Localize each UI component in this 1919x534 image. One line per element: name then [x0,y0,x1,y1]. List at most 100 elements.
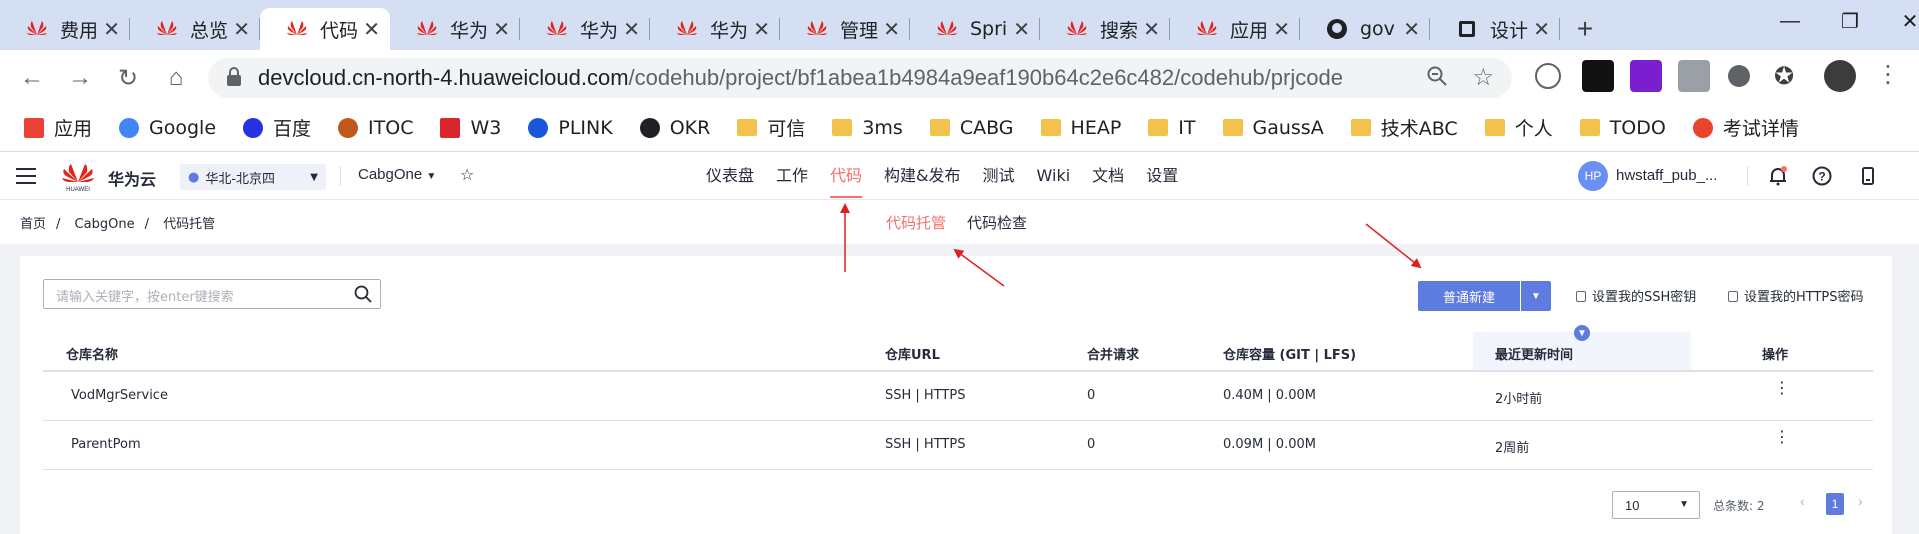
mobile-icon[interactable] [1858,166,1878,186]
https-password-link[interactable]: 设置我的HTTPS密码 [1728,286,1864,305]
repo-name[interactable]: VodMgrService [71,388,168,403]
home-icon[interactable]: ⌂ [162,64,190,92]
address-bar[interactable]: devcloud.cn-north-4.huaweicloud.com/code… [208,58,1512,98]
close-tab-icon[interactable]: ✕ [103,17,120,41]
avatar[interactable]: HP [1578,161,1608,191]
breadcrumb-project[interactable]: CabgOne [75,217,135,232]
ssh-key-link[interactable]: 设置我的SSH密钥 [1576,286,1696,305]
next-page-icon[interactable]: › [1858,493,1863,509]
browser-menu-icon[interactable]: ⋮ [1872,60,1904,92]
bookmark-item[interactable]: TODO [1579,117,1666,139]
browser-tab[interactable]: gov ✕ [1300,8,1430,50]
repo-url[interactable]: SSH | HTTPS [885,388,965,403]
browser-tab[interactable]: Spri ✕ [910,8,1040,50]
username[interactable]: hwstaff_pub_... [1616,167,1717,184]
hamburger-menu-icon[interactable] [16,168,36,184]
close-window-icon[interactable]: ✕ [1880,0,1919,42]
col-merge-requests[interactable]: 合并请求 [1087,344,1139,363]
project-selector[interactable]: CabgOne ▼ [358,166,436,183]
nav-item[interactable]: 仪表盘 [706,152,754,200]
browser-tab[interactable]: 华为 ✕ [520,8,650,50]
zoom-icon[interactable] [1426,65,1448,93]
col-last-updated[interactable]: 最近更新时间 [1495,344,1573,363]
bookmark-item[interactable]: 技术ABC [1350,114,1458,141]
nav-item[interactable]: 文档 [1092,152,1124,200]
back-icon[interactable]: ← [18,64,46,92]
bookmark-item[interactable]: PLINK [528,117,613,139]
extension-new-icon[interactable] [1582,60,1614,92]
subtab-code-check[interactable]: 代码检查 [967,212,1027,233]
region-selector[interactable]: ● 华北-北京四 ▼ [180,164,326,190]
close-tab-icon[interactable]: ✕ [623,17,640,41]
browser-tab[interactable]: 华为 ✕ [650,8,780,50]
col-capacity[interactable]: 仓库容量 (GIT | LFS) [1223,344,1356,363]
close-tab-icon[interactable]: ✕ [1403,17,1420,41]
bookmark-item[interactable]: 应用 [24,114,92,141]
browser-tab[interactable]: 华为 ✕ [390,8,520,50]
more-actions-icon[interactable]: ⋮ [1774,430,1790,446]
nav-item[interactable]: 构建&发布 [884,152,960,200]
bookmark-item[interactable]: 个人 [1484,114,1553,141]
bookmark-item[interactable]: W3 [440,117,501,139]
bell-icon[interactable] [1768,166,1788,186]
bookmark-item[interactable]: CABG [929,117,1014,139]
close-tab-icon[interactable]: ✕ [1013,17,1030,41]
reload-icon[interactable]: ↻ [114,64,142,92]
breadcrumb-home[interactable]: 首页 [20,217,46,232]
extension-json-icon[interactable] [1535,63,1561,89]
nav-item[interactable]: 设置 [1146,152,1178,200]
bookmark-item[interactable]: Google [119,117,216,139]
sort-indicator-icon[interactable]: ▼ [1574,325,1590,341]
new-repo-button[interactable]: 普通新建 [1418,281,1520,311]
extension-pdf-icon[interactable] [1678,60,1710,92]
forward-icon[interactable]: → [66,64,94,92]
table-row[interactable]: VodMgrService SSH | HTTPS 0 0.40M | 0.00… [43,372,1873,421]
repo-name[interactable]: ParentPom [71,437,141,452]
prev-page-icon[interactable]: ‹ [1800,493,1805,509]
more-actions-icon[interactable]: ⋮ [1774,381,1790,397]
close-tab-icon[interactable]: ✕ [753,17,770,41]
col-repo-url[interactable]: 仓库URL [885,344,940,363]
table-row[interactable]: ParentPom SSH | HTTPS 0 0.09M | 0.00M 2周… [43,421,1873,470]
bookmark-item[interactable]: 考试详情 [1692,114,1799,141]
extensions-puzzle-icon[interactable]: ✪ [1774,62,1806,94]
bookmark-item[interactable]: 可信 [737,114,805,141]
favorite-star-icon[interactable]: ☆ [460,165,474,185]
bookmark-item[interactable]: 3ms [832,117,903,139]
browser-tab[interactable]: 总览 ✕ [130,8,260,50]
close-tab-icon[interactable]: ✕ [493,17,510,41]
extension-rp-icon[interactable] [1630,60,1662,92]
col-repo-name[interactable]: 仓库名称 [66,344,118,363]
bookmark-star-icon[interactable]: ☆ [1472,63,1494,92]
nav-item[interactable]: Wiki [1037,152,1071,200]
close-tab-icon[interactable]: ✕ [883,17,900,41]
extension-circle-icon[interactable] [1728,65,1750,87]
page-size-select[interactable]: 10 ▼ [1612,491,1700,519]
bookmark-item[interactable]: IT [1148,117,1196,139]
browser-tab[interactable]: 代码 ✕ [260,8,390,50]
browser-tab[interactable]: 应用 ✕ [1170,8,1300,50]
lock-icon[interactable] [226,67,242,93]
close-tab-icon[interactable]: ✕ [1533,17,1550,41]
close-tab-icon[interactable]: ✕ [363,17,380,41]
close-tab-icon[interactable]: ✕ [1143,17,1160,41]
subtab-code-hosting[interactable]: 代码托管 [886,212,946,233]
huawei-logo[interactable]: HUAWEI [60,160,96,193]
bookmark-item[interactable]: OKR [639,117,710,139]
new-tab-icon[interactable]: + [1560,8,1610,50]
nav-item[interactable]: 测试 [983,152,1015,200]
browser-tab[interactable]: 搜索 ✕ [1040,8,1170,50]
bookmark-item[interactable]: HEAP [1040,117,1121,139]
nav-item[interactable]: 代码 [830,152,863,200]
repo-url[interactable]: SSH | HTTPS [885,437,965,452]
bookmark-item[interactable]: GaussA [1222,117,1324,139]
profile-avatar-icon[interactable] [1824,60,1856,92]
browser-tab[interactable]: 管理 ✕ [780,8,910,50]
nav-item[interactable]: 工作 [776,152,808,200]
restore-icon[interactable]: ❐ [1820,0,1880,42]
bookmark-item[interactable]: 百度 [243,114,311,141]
help-icon[interactable]: ? [1812,166,1832,186]
browser-tab[interactable]: 设计 ✕ [1430,8,1560,50]
close-tab-icon[interactable]: ✕ [1273,17,1290,41]
minimize-icon[interactable]: — [1760,0,1820,42]
